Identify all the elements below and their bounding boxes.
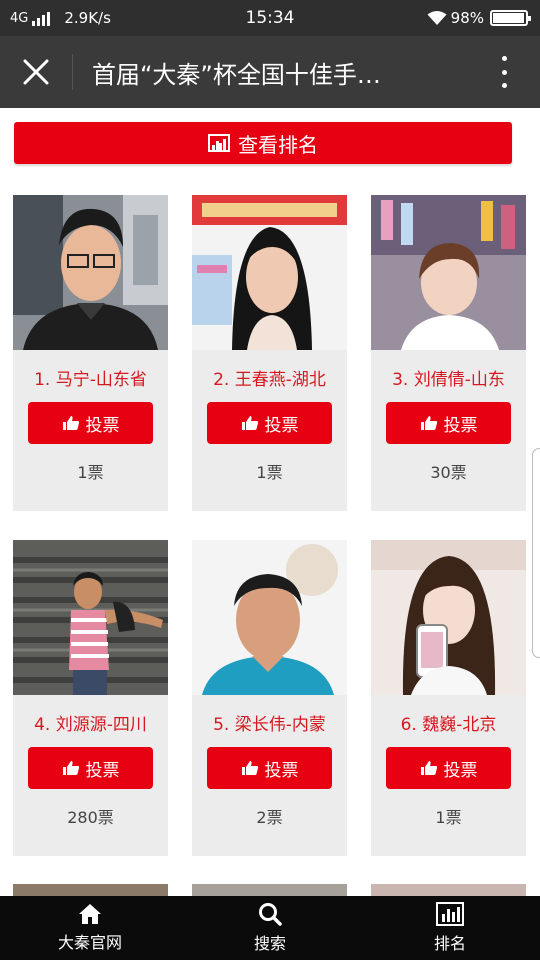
vote-button[interactable]: 投票 <box>28 402 153 444</box>
bar-chart-icon <box>208 134 230 152</box>
vote-count: 1票 <box>256 463 283 482</box>
contestant-card-partial[interactable] <box>13 884 168 896</box>
nav-label: 大秦官网 <box>57 933 122 952</box>
contestant-photo[interactable] <box>13 195 168 350</box>
header-divider <box>72 54 73 90</box>
vote-count: 280票 <box>67 808 114 827</box>
side-scroll-indicator[interactable] <box>532 448 540 658</box>
page-title: 首届“大秦”杯全国十佳手… <box>92 61 381 89</box>
nav-item-search[interactable]: 搜索 <box>180 896 360 960</box>
status-bar: 4G 2.9K/s 15:34 98% <box>0 0 540 36</box>
vote-label: 投票 <box>443 760 478 781</box>
contestant-name: 2. 王春燕-湖北 <box>213 370 326 390</box>
vote-count: 30票 <box>430 463 467 482</box>
vote-label: 投票 <box>443 415 478 436</box>
vote-button[interactable]: 投票 <box>207 747 332 789</box>
thumbs-up-icon <box>62 761 79 775</box>
vote-label: 投票 <box>264 760 299 781</box>
search-icon <box>259 903 282 926</box>
nav-item-home[interactable]: 大秦官网 <box>0 896 180 960</box>
contestant-photo[interactable] <box>192 540 347 695</box>
contestant-photo[interactable] <box>371 195 526 350</box>
contestant-card: 6. 魏巍-北京 投票 1票 <box>371 540 526 856</box>
contestant-name: 1. 马宁-山东省 <box>34 370 147 390</box>
close-icon <box>23 59 49 85</box>
contestant-photo[interactable] <box>13 540 168 695</box>
view-ranking-label: 查看排名 <box>238 132 318 157</box>
thumbs-up-icon <box>62 416 79 430</box>
nav-item-ranking[interactable]: 排名 <box>360 896 540 960</box>
vote-count: 1票 <box>435 808 462 827</box>
contestant-name: 4. 刘源源-四川 <box>34 715 147 735</box>
status-right: 98% <box>427 9 531 27</box>
battery-icon <box>490 10 531 26</box>
vote-button[interactable]: 投票 <box>207 402 332 444</box>
main-content[interactable]: 查看排名 1. 马宁-山东省 投票 1票 2. 王春燕-湖北 投票 1票 3. … <box>0 108 540 896</box>
nav-label: 排名 <box>433 934 466 953</box>
vote-button[interactable]: 投票 <box>386 402 511 444</box>
bottom-nav: 大秦官网 搜索 排名 <box>0 896 540 960</box>
thumbs-up-icon <box>420 761 437 775</box>
contestant-photo[interactable] <box>371 540 526 695</box>
contestant-name: 5. 梁长伟-内蒙 <box>213 715 326 735</box>
vote-label: 投票 <box>264 415 299 436</box>
contestant-name: 6. 魏巍-北京 <box>400 715 497 735</box>
vote-label: 投票 <box>85 415 120 436</box>
contestant-name: 3. 刘倩倩-山东 <box>392 370 505 390</box>
contestant-card: 3. 刘倩倩-山东 投票 30票 <box>371 195 526 511</box>
thumbs-up-icon <box>420 416 437 430</box>
contestant-card-partial[interactable] <box>192 884 347 896</box>
vote-label: 投票 <box>85 760 120 781</box>
close-button[interactable] <box>14 50 58 94</box>
contestant-card: 5. 梁长伟-内蒙 投票 2票 <box>192 540 347 856</box>
contestant-card: 4. 刘源源-四川 投票 280票 <box>13 540 168 856</box>
contestant-card-partial[interactable] <box>371 884 526 896</box>
vote-count: 2票 <box>256 808 283 827</box>
home-icon <box>79 904 101 924</box>
more-button[interactable] <box>486 54 522 90</box>
more-vertical-icon <box>501 56 507 61</box>
contestant-photo[interactable] <box>192 195 347 350</box>
wifi-icon <box>427 11 447 25</box>
contestant-card: 2. 王春燕-湖北 投票 1票 <box>192 195 347 511</box>
thumbs-up-icon <box>241 416 258 430</box>
thumbs-up-icon <box>241 761 258 775</box>
vote-button[interactable]: 投票 <box>386 747 511 789</box>
vote-count: 1票 <box>77 463 104 482</box>
battery-percent: 98% <box>450 9 484 27</box>
view-ranking-button[interactable]: 查看排名 <box>14 122 512 164</box>
vote-button[interactable]: 投票 <box>28 747 153 789</box>
bar-chart-icon <box>436 902 464 926</box>
nav-label: 搜索 <box>253 934 286 953</box>
contestant-card: 1. 马宁-山东省 投票 1票 <box>13 195 168 511</box>
app-header: 首届“大秦”杯全国十佳手… <box>0 36 540 108</box>
